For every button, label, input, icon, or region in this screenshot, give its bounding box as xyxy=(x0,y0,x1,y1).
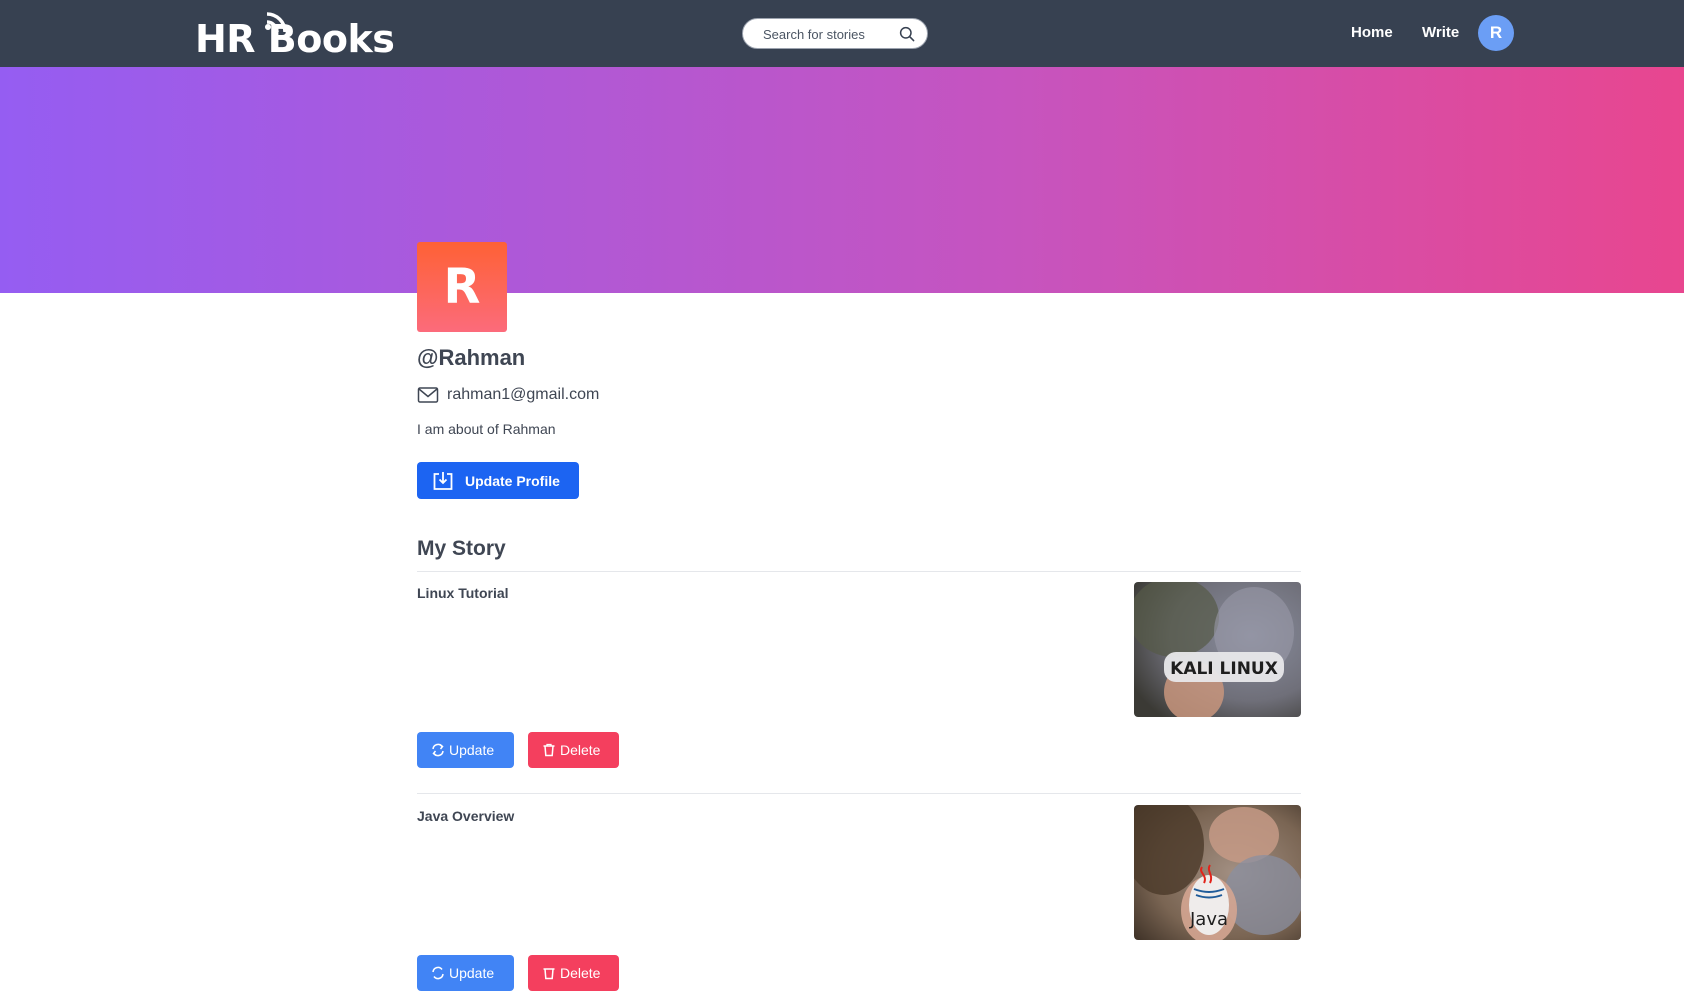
logo[interactable]: HR Books xyxy=(195,10,395,60)
profile-banner xyxy=(0,67,1684,293)
refresh-icon xyxy=(432,966,444,980)
delete-label: Delete xyxy=(560,742,601,758)
profile-avatar: R xyxy=(417,242,507,332)
story-title[interactable]: Linux Tutorial xyxy=(417,583,509,603)
mail-icon xyxy=(417,387,439,403)
profile-username: @Rahman xyxy=(417,345,526,370)
update-profile-button[interactable]: Update Profile xyxy=(417,462,579,499)
story-delete-button[interactable]: Delete xyxy=(528,732,619,768)
story-update-button[interactable]: Update xyxy=(417,955,514,991)
navbar: HR Books Home Write R xyxy=(0,0,1684,67)
delete-label: Delete xyxy=(560,965,601,981)
logo-text: HR Books xyxy=(195,17,395,61)
refresh-icon xyxy=(432,743,444,757)
my-story-title: My Story xyxy=(417,537,506,560)
profile-email: rahman1@gmail.com xyxy=(447,386,600,403)
story-title[interactable]: Java Overview xyxy=(417,806,514,826)
profile-about: I am about of Rahman xyxy=(417,421,556,437)
update-profile-label: Update Profile xyxy=(465,472,560,489)
section-divider xyxy=(417,571,1301,572)
nav-home-link[interactable]: Home xyxy=(1351,23,1393,43)
trash-icon xyxy=(543,968,555,980)
download-icon xyxy=(433,471,453,490)
kali-linux-logo-text: KALI LINUX xyxy=(1170,659,1278,679)
search-box xyxy=(742,18,928,49)
story-divider xyxy=(417,793,1301,794)
story-thumbnail[interactable]: Java xyxy=(1134,805,1301,940)
update-label: Update xyxy=(449,965,495,981)
nav-write-link[interactable]: Write xyxy=(1422,23,1459,43)
update-label: Update xyxy=(449,742,495,758)
trash-icon xyxy=(543,743,555,757)
java-logo-text: Java xyxy=(1189,909,1228,930)
story-update-button[interactable]: Update xyxy=(417,732,514,768)
story-delete-button[interactable]: Delete xyxy=(528,955,619,991)
search-icon[interactable] xyxy=(899,26,915,42)
story-thumbnail[interactable]: KALI LINUX xyxy=(1134,582,1301,717)
profile-email-row: rahman1@gmail.com xyxy=(417,384,599,406)
search-input[interactable] xyxy=(753,23,893,45)
kali-linux-image: KALI LINUX xyxy=(1134,582,1301,717)
user-avatar[interactable]: R xyxy=(1478,15,1514,51)
java-image: Java xyxy=(1134,805,1301,940)
